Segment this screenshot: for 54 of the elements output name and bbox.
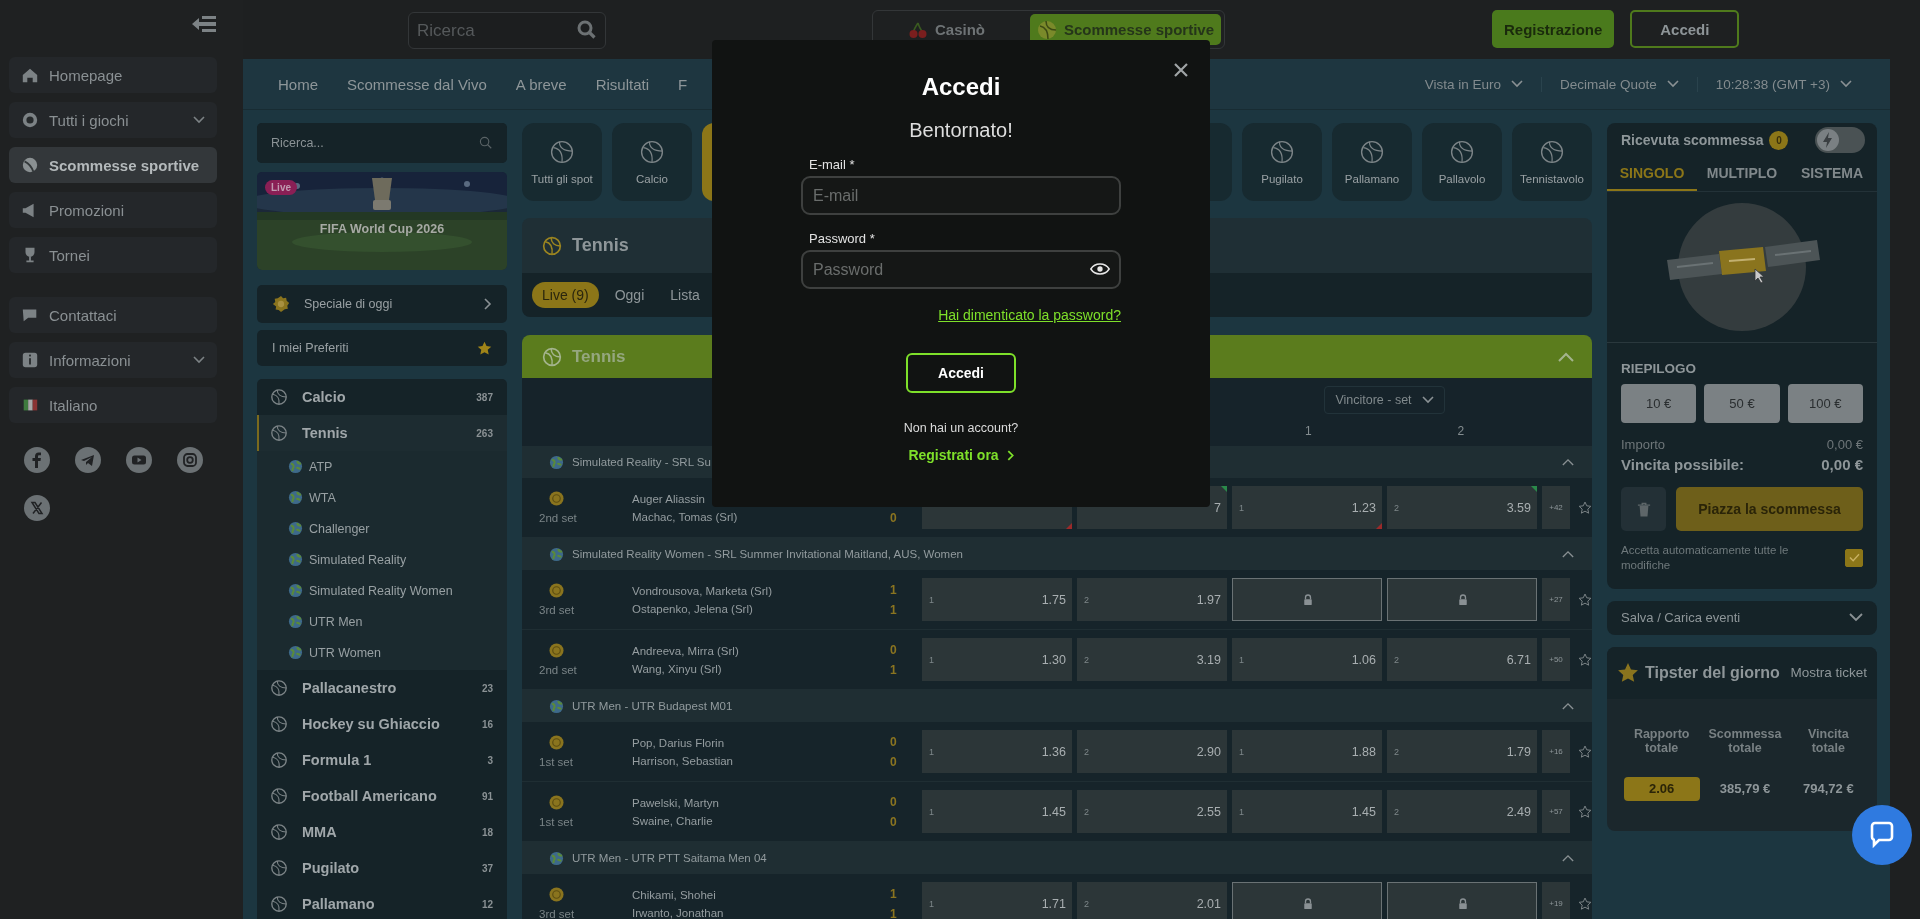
period-label: 2nd set — [539, 664, 578, 676]
win-label: Vincita possibile: — [1621, 456, 1745, 473]
field-label: Password * — [808, 231, 876, 246]
period-label: 3rd set — [539, 604, 576, 616]
player-name: Wang, Xinyu (Srl) — [632, 662, 723, 675]
score: 1 — [890, 602, 898, 617]
score: 0 — [890, 794, 898, 809]
player-name: Pop, Darius Florin — [632, 736, 726, 749]
period-label: 1st set — [539, 816, 574, 828]
tipster-title: Tipster del giorno — [1645, 663, 1781, 682]
score: 0 — [890, 642, 898, 657]
score: 0 — [890, 510, 898, 525]
table-cell: 794,72 € — [1803, 781, 1854, 797]
banner-title: FIFA World Cup 2026 — [318, 222, 446, 236]
dialog-title: Accedi — [921, 73, 1001, 101]
no-account-text: Non hai un account? — [903, 421, 1019, 435]
player-name: Harrison, Sebastian — [632, 754, 734, 767]
player-name: Pawelski, Martyn — [632, 796, 720, 809]
column-header: Scommessa totale — [1707, 726, 1783, 755]
score: 0 — [890, 754, 898, 769]
dialog-subtitle: Bentornato! — [909, 119, 1013, 142]
score: 0 — [890, 814, 898, 829]
table-cell: 385,79 € — [1719, 781, 1771, 797]
odds-badge: 2.06 — [1623, 776, 1700, 801]
amount-value: 0,00 € — [1826, 437, 1863, 452]
win-value: 0,00 € — [1821, 456, 1863, 473]
column-header: 2 — [1456, 424, 1466, 438]
section-title: Tennis — [572, 235, 629, 256]
summary-title: RIEPILOGO — [1621, 361, 1697, 376]
player-name: Chikami, Shohei — [632, 888, 717, 901]
score: 0 — [890, 734, 898, 749]
score: 1 — [890, 662, 898, 677]
live-badge: Live — [265, 180, 297, 195]
score: 1 — [890, 886, 898, 901]
field-label: E-mail * — [808, 157, 856, 172]
player-name: Irwanto, Jonathan — [632, 906, 725, 919]
column-header: Rapporto totale — [1632, 726, 1691, 755]
column-header: Vincita totale — [1806, 726, 1850, 755]
betslip-title: Ricevuta scommessa — [1621, 132, 1764, 148]
period-label: 2nd set — [539, 512, 578, 524]
auto-accept-label: Accetta automaticamente tutte le modifiche — [1621, 543, 1790, 573]
count-badge: 0 — [1769, 130, 1789, 150]
player-name: Vondrousova, Marketa (Srl) — [632, 584, 773, 597]
amount-label: Importo — [1621, 437, 1666, 452]
score: 1 — [890, 906, 898, 919]
player-name: Ostapenko, Jelena (Srl) — [632, 602, 754, 615]
period-label: 1st set — [539, 756, 574, 768]
player-name: Auger Aliassin — [632, 492, 706, 505]
column-header: 1 — [1303, 424, 1313, 438]
player-name: Machac, Tomas (Srl) — [632, 510, 739, 523]
player-name: Andreeva, Mirra (Srl) — [632, 644, 740, 657]
player-name: Swaine, Charlie — [632, 814, 714, 827]
period-label: 3rd set — [539, 908, 576, 919]
score: 1 — [890, 582, 898, 597]
